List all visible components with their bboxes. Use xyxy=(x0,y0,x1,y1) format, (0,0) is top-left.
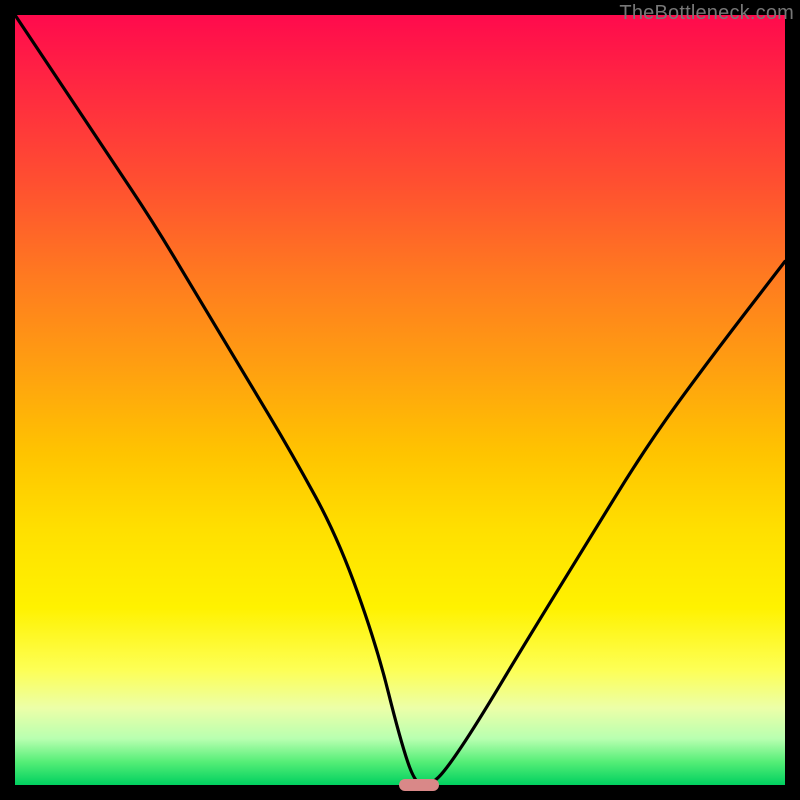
chart-stage: TheBottleneck.com xyxy=(0,0,800,800)
watermark-text: TheBottleneck.com xyxy=(619,2,794,25)
chart-plot-area xyxy=(15,15,785,785)
bottleneck-curve-path xyxy=(15,15,785,785)
min-marker xyxy=(399,779,439,791)
chart-curve xyxy=(15,15,785,785)
